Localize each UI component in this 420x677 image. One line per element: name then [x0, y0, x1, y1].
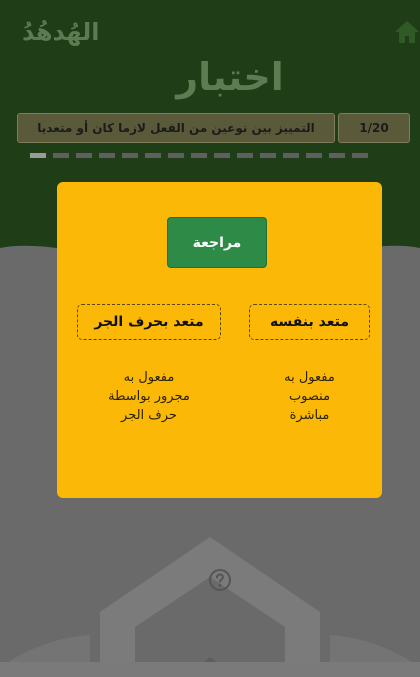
choice-description-preposition: مفعول به مجرور بواسطة حرف الجر [77, 368, 221, 425]
description-line: حرف الجر [121, 408, 177, 423]
progress-dash [145, 153, 161, 158]
progress-dash [76, 153, 92, 158]
description-line: مجرور بواسطة [108, 389, 190, 404]
progress-dash [122, 153, 138, 158]
question-counter: 1/20 [338, 113, 410, 143]
decorative-arch [0, 537, 420, 677]
description-line: مفعول به [284, 370, 335, 385]
progress-dash [306, 153, 322, 158]
description-line: منصوب [288, 389, 331, 404]
progress-dash [260, 153, 276, 158]
progress-dash [214, 153, 230, 158]
choice-transitive-preposition[interactable]: متعد بحرف الجر [77, 304, 221, 340]
progress-dash [352, 153, 368, 158]
answer-modal: مراجعة متعد بنفسه متعد بحرف الجر مفعول ب… [57, 182, 382, 498]
choice-description-direct: مفعول به منصوب مباشرة [249, 368, 370, 425]
progress-dash [99, 153, 115, 158]
question-circle-icon[interactable] [207, 567, 233, 593]
review-button[interactable]: مراجعة [167, 217, 267, 268]
progress-dash [30, 153, 46, 158]
description-line: مفعول به [123, 370, 175, 385]
brand-logo: الهُدهُدُ [22, 18, 100, 46]
progress-dash [283, 153, 299, 158]
bottom-band [0, 662, 420, 677]
progress-dash [53, 153, 69, 158]
page-title: اختبار [176, 55, 284, 99]
question-text: التمييز بين نوعين من الفعل لازما كان أو … [17, 113, 335, 143]
progress-dash [191, 153, 207, 158]
home-icon[interactable] [394, 18, 420, 44]
progress-dash [168, 153, 184, 158]
progress-dash [237, 153, 253, 158]
choice-transitive-direct[interactable]: متعد بنفسه [249, 304, 370, 340]
description-line: مباشرة [289, 408, 330, 423]
progress-indicator [30, 153, 412, 159]
progress-dash [329, 153, 345, 158]
